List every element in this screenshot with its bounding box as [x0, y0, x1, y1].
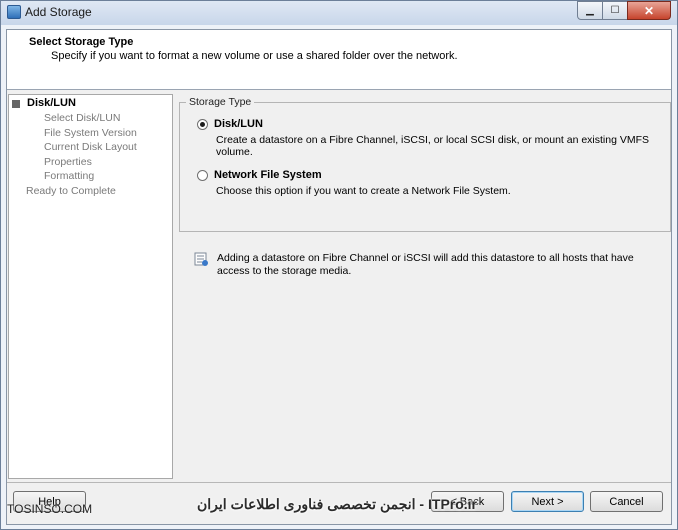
add-storage-window: Add Storage ▁ ☐ ✕ Select Storage Type Sp…	[0, 0, 678, 530]
title-bar[interactable]: Add Storage ▁ ☐ ✕	[1, 1, 677, 25]
page-subtitle: Specify if you want to format a new volu…	[51, 50, 458, 62]
maximize-button[interactable]: ☐	[602, 1, 628, 20]
nav-step-select-disk-lun[interactable]: Select Disk/LUN	[44, 112, 120, 124]
disk-lun-option-description: Create a datastore on a Fibre Channel, i…	[216, 134, 650, 158]
watermark-tosinso: TOSINSO.COM	[7, 502, 93, 516]
nav-step-file-system-version[interactable]: File System Version	[44, 127, 137, 139]
nav-step-ready-to-complete[interactable]: Ready to Complete	[26, 185, 116, 197]
nfs-radio[interactable]	[197, 170, 208, 181]
watermark-itpro: ITPro.ir - انجمن تخصصی فناوری اطلاعات ای…	[197, 496, 478, 512]
disk-lun-option-label[interactable]: Disk/LUN	[214, 118, 263, 130]
nav-step-disk-lun[interactable]: Disk/LUN	[27, 97, 76, 109]
info-message: Adding a datastore on Fibre Channel or i…	[217, 252, 634, 277]
current-step-marker-icon	[12, 100, 20, 108]
nfs-option-description: Choose this option if you want to create…	[216, 185, 511, 197]
footer-divider	[7, 482, 671, 483]
nfs-option-label[interactable]: Network File System	[214, 169, 322, 181]
nav-step-formatting[interactable]: Formatting	[44, 170, 94, 182]
storage-type-group: Storage Type Disk/LUN Create a datastore…	[179, 96, 671, 232]
minimize-button[interactable]: ▁	[577, 1, 603, 20]
close-button[interactable]: ✕	[627, 1, 671, 20]
cancel-button[interactable]: Cancel	[590, 491, 663, 512]
wizard-client-area: Select Storage Type Specify if you want …	[6, 29, 672, 525]
info-note-icon	[194, 252, 208, 266]
next-button[interactable]: Next >	[511, 491, 584, 512]
app-icon	[7, 5, 21, 19]
page-title: Select Storage Type	[29, 36, 134, 48]
window-controls: ▁ ☐ ✕	[577, 1, 671, 20]
wizard-header: Select Storage Type Specify if you want …	[7, 30, 671, 90]
disk-lun-radio[interactable]	[197, 119, 208, 130]
window-title: Add Storage	[25, 5, 92, 19]
storage-type-legend: Storage Type	[186, 96, 255, 108]
nav-step-current-disk-layout[interactable]: Current Disk Layout	[44, 141, 137, 153]
nav-step-properties[interactable]: Properties	[44, 156, 92, 168]
wizard-steps-nav: Disk/LUN Select Disk/LUN File System Ver…	[8, 94, 173, 479]
